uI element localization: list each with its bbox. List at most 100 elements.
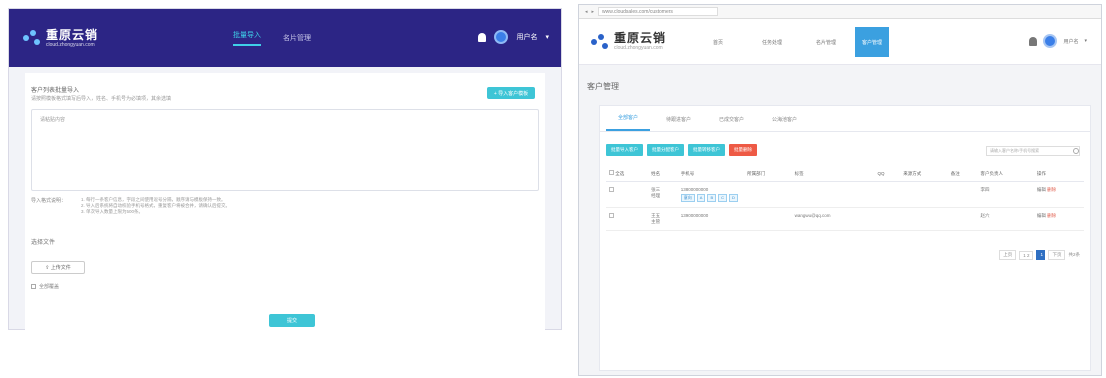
page-next[interactable]: 下页: [1048, 250, 1066, 260]
row-checkbox[interactable]: [609, 213, 614, 218]
avatar[interactable]: [494, 30, 509, 44]
brand-logo[interactable]: 重原云销 cloud.zhongyuan.com: [591, 32, 666, 51]
tag[interactable]: D: [729, 194, 738, 202]
import-window: 重原云销 cloud.zhongyuan.com 批量导入 名片管理 用户名 ▾…: [8, 8, 562, 331]
table-row[interactable]: 张三 经理 13800000000 意向 A B C D 李四 编辑 删除: [606, 181, 1084, 208]
tag[interactable]: 意向: [680, 194, 695, 202]
tips-label: 导入格式说明：: [31, 198, 67, 204]
assign-button[interactable]: 批量分配客户: [647, 144, 684, 156]
logo-icon: [23, 30, 41, 46]
avatar[interactable]: [1043, 34, 1058, 48]
user-name[interactable]: 用户名: [1063, 38, 1078, 45]
customer-owner: 赵六: [977, 207, 1034, 231]
customer-table: 全选 姓名 手机号 所属部门 标签 QQ 来源方式 备注 客户负责人 操作 张三…: [606, 166, 1084, 231]
upload-label: 上传文件: [50, 265, 71, 271]
chevron-down-icon[interactable]: ▾: [1084, 38, 1087, 44]
tips-list: 1. 每行一条客户信息，字段之间使用逗号分隔，顺序请与模板保持一致。 2. 导入…: [81, 197, 230, 215]
edit-link[interactable]: 编辑: [1037, 213, 1046, 218]
select-all-checkbox[interactable]: [609, 170, 614, 175]
user-area: 用户名 ▾: [1029, 34, 1087, 48]
page-numbers[interactable]: 1 2: [1019, 250, 1034, 260]
page-title: 客户管理: [587, 82, 619, 91]
screenshot-canvas: 重原云销 cloud.zhongyuan.com 批量导入 名片管理 用户名 ▾…: [0, 0, 1106, 378]
customer-note: [947, 207, 978, 231]
import-button[interactable]: 批量导入客户: [606, 144, 643, 156]
edit-link[interactable]: 编辑: [1037, 187, 1046, 192]
tag-list: 意向 A B C D: [680, 194, 872, 202]
tag[interactable]: A: [696, 194, 706, 202]
brand-title: 重原云销: [46, 27, 99, 42]
logo-icon: [591, 33, 609, 50]
overwrite-checkbox[interactable]: 全部覆盖: [31, 283, 59, 290]
nav-home[interactable]: 首页: [691, 39, 745, 46]
tip-item: 3. 单次导入数量上限为500条。: [81, 209, 144, 214]
brand-subtitle: cloud.zhongyuan.com: [46, 41, 95, 48]
nav-customers[interactable]: 客户管理: [855, 27, 889, 57]
delete-link[interactable]: 删除: [1047, 213, 1056, 218]
transfer-button[interactable]: 批量转移客户: [688, 144, 725, 156]
page-prev[interactable]: 上页: [999, 250, 1017, 260]
page-total: 共2条: [1068, 252, 1080, 257]
bell-icon[interactable]: [478, 32, 487, 42]
customer-panel: 全部客户 待跟进客户 已成交客户 公海池客户 批量导入客户 批量分配客户 批量转…: [599, 105, 1091, 371]
submit-button[interactable]: 提交: [269, 314, 315, 327]
checkbox-box[interactable]: [31, 284, 36, 289]
customer-source: [900, 207, 948, 231]
delete-link[interactable]: 删除: [1047, 187, 1056, 192]
customer-email: wangwu@qq.com: [791, 207, 875, 231]
customer-dept: [744, 207, 792, 231]
checkbox-label: 全部覆盖: [39, 284, 60, 290]
tab-deal[interactable]: 已成交客户: [707, 116, 756, 131]
nav-batch-import[interactable]: 批量导入: [233, 30, 261, 46]
column-header: 所属部门: [744, 166, 792, 182]
tag[interactable]: B: [707, 194, 717, 202]
brand-logo[interactable]: 重原云销 cloud.zhongyuan.com: [23, 29, 98, 48]
back-icon[interactable]: ◂: [585, 9, 588, 15]
chevron-down-icon[interactable]: ▾: [545, 33, 549, 41]
import-textarea[interactable]: 请粘贴内容: [31, 109, 539, 191]
template-button[interactable]: + 导入客户模板: [487, 87, 535, 99]
customer-title: 主管: [651, 219, 661, 224]
upload-title: 选择文件: [31, 240, 56, 246]
customer-phone: 13800000000: [680, 187, 709, 192]
browser-address-bar: ◂ ▸ www.cloudsales.com/customers: [579, 5, 1101, 19]
action-bar: 批量导入客户 批量分配客户 批量转移客户 批量删除: [606, 144, 757, 156]
search-input[interactable]: 请输入客户名称/手机号搜索: [986, 146, 1080, 156]
customer-phone: 13900000000: [677, 207, 745, 231]
column-header[interactable]: 全选: [606, 166, 649, 182]
nav-card-manage[interactable]: 名片管理: [283, 33, 311, 43]
tab-follow[interactable]: 待跟进客户: [654, 116, 703, 131]
table-row[interactable]: 王五 主管 13900000000 wangwu@qq.com 赵六 编辑 删除: [606, 207, 1084, 231]
tab-all[interactable]: 全部客户: [606, 114, 651, 131]
table-header-row: 全选 姓名 手机号 所属部门 标签 QQ 来源方式 备注 客户负责人 操作: [606, 166, 1084, 182]
tag[interactable]: C: [718, 194, 728, 202]
customer-tabs: 全部客户 待跟进客户 已成交客户 公海池客户: [600, 106, 1090, 132]
main-nav: 首页 任务处理 名片管理 客户管理: [691, 19, 889, 65]
column-header: 手机号: [677, 166, 745, 182]
column-header: QQ: [874, 166, 901, 182]
nav-cards[interactable]: 名片管理: [799, 39, 853, 46]
column-header: 来源方式: [900, 166, 948, 182]
top-navbar: 重原云销 cloud.zhongyuan.com 批量导入 名片管理 用户名 ▾: [9, 9, 561, 67]
row-checkbox[interactable]: [609, 187, 614, 192]
customer-source: [900, 181, 948, 208]
pagination: 上页 1 2 1 下页 共2条: [999, 250, 1080, 260]
search-icon[interactable]: [1073, 148, 1079, 154]
section-subtitle: 请按照模板格式填写后导入，姓名、手机号为必填项，其余选填: [31, 96, 172, 102]
url-input[interactable]: www.cloudsales.com/customers: [598, 7, 719, 16]
bell-icon[interactable]: [1029, 36, 1038, 46]
column-header: 姓名: [648, 166, 678, 182]
page-current[interactable]: 1: [1036, 250, 1046, 260]
user-area: 用户名 ▾: [478, 30, 549, 44]
column-header: 操作: [1033, 166, 1084, 182]
upload-button[interactable]: ⇪ 上传文件: [31, 261, 85, 274]
forward-icon[interactable]: ▸: [592, 9, 595, 15]
user-name[interactable]: 用户名: [516, 32, 537, 42]
import-form: 客户列表批量导入 请按照模板格式填写后导入，姓名、手机号为必填项，其余选填 + …: [25, 73, 545, 331]
nav-tasks[interactable]: 任务处理: [745, 39, 799, 46]
customer-note: [947, 181, 978, 208]
delete-button[interactable]: 批量删除: [729, 144, 757, 156]
tab-pool[interactable]: 公海池客户: [760, 116, 809, 131]
column-header: 客户负责人: [977, 166, 1034, 182]
column-header: 备注: [947, 166, 978, 182]
